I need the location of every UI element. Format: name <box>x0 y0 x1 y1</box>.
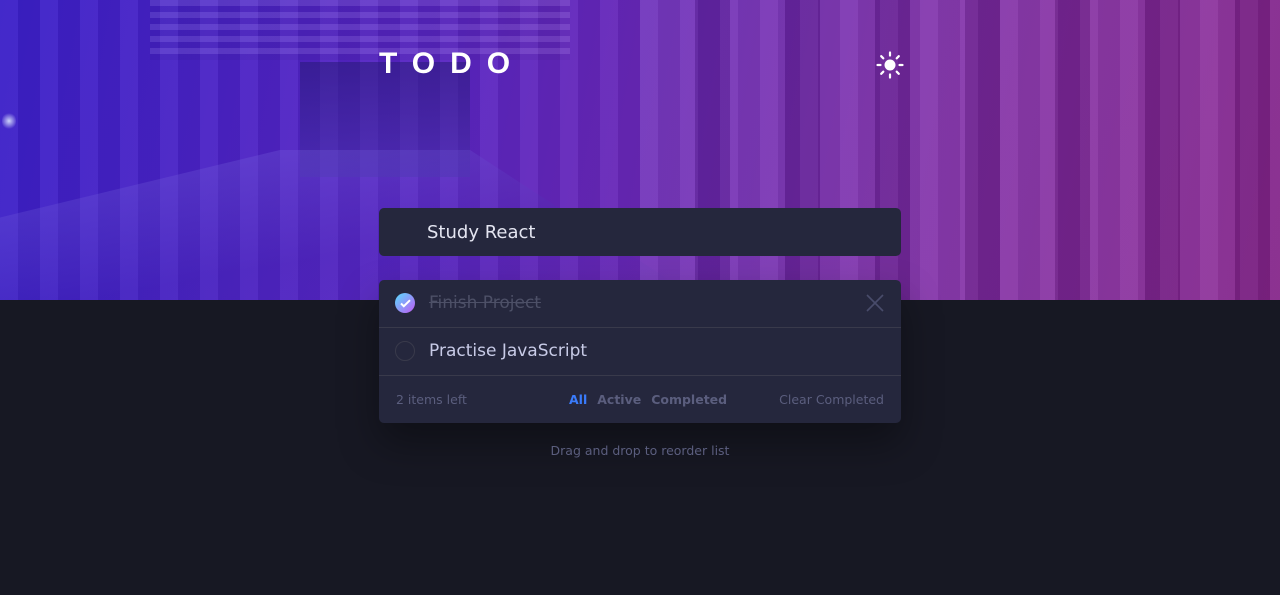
app-title: TODO <box>379 47 526 80</box>
clear-completed-button[interactable]: Clear Completed <box>779 376 884 423</box>
filter-active[interactable]: Active <box>597 392 641 407</box>
todo-text[interactable]: Finish Project <box>429 280 541 327</box>
filter-completed[interactable]: Completed <box>651 392 727 407</box>
checked-checkbox-icon[interactable] <box>395 293 415 313</box>
close-icon[interactable] <box>865 293 885 313</box>
reorder-hint: Drag and drop to reorder list <box>550 443 730 458</box>
todo-footer: 2 items left All Active Completed Clear … <box>379 376 901 423</box>
todo-list: Finish Project Practise JavaScript 2 ite… <box>379 280 901 423</box>
new-todo-input[interactable] <box>427 208 877 256</box>
todo-text[interactable]: Practise JavaScript <box>429 328 587 375</box>
todo-item[interactable]: Practise JavaScript <box>379 328 901 376</box>
filter-all[interactable]: All <box>569 392 587 407</box>
items-left-count: 2 items left <box>396 392 467 407</box>
new-todo-bar <box>379 208 901 256</box>
todo-item[interactable]: Finish Project <box>379 280 901 328</box>
filter-group: All Active Completed <box>569 376 733 423</box>
sun-icon[interactable] <box>876 51 904 79</box>
unchecked-checkbox-icon[interactable] <box>395 341 415 361</box>
